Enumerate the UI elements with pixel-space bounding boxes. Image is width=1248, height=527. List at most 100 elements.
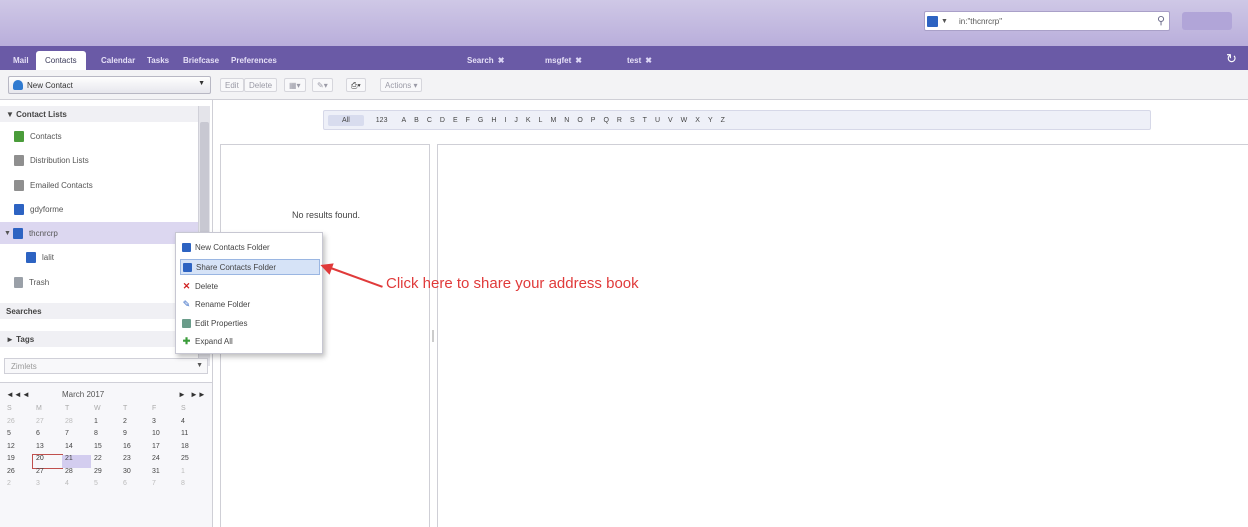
tag-button[interactable]: ✎▾	[312, 78, 333, 92]
calendar-day[interactable]: 25	[178, 455, 207, 468]
calendar-day[interactable]: 28	[62, 418, 91, 431]
search-input[interactable]	[959, 15, 1139, 28]
user-menu[interactable]	[1182, 12, 1232, 30]
calendar-day[interactable]: 2	[120, 418, 149, 431]
new-contact-button[interactable]: New Contact ▼	[8, 76, 211, 94]
alpha-m[interactable]: M	[550, 117, 556, 124]
calendar-day[interactable]: 3	[33, 480, 62, 493]
next-month-icon[interactable]: ►	[178, 390, 186, 399]
calendar-day[interactable]: 6	[120, 480, 149, 493]
tab-calendar[interactable]: Calendar	[92, 51, 144, 70]
calendar-day[interactable]: 19	[4, 455, 33, 468]
calendar-day[interactable]: 31	[149, 468, 178, 481]
calendar-day[interactable]: 12	[4, 443, 33, 456]
calendar-day[interactable]: 3	[149, 418, 178, 431]
calendar-day[interactable]: 1	[178, 468, 207, 481]
calendar-day-selected[interactable]: 21	[62, 455, 91, 468]
calendar-day[interactable]: 28	[62, 468, 91, 481]
menu-item-edit-properties[interactable]: Edit Properties	[180, 315, 320, 331]
calendar-day[interactable]: 15	[91, 443, 120, 456]
calendar-day[interactable]: 11	[178, 430, 207, 443]
alpha-a[interactable]: A	[401, 117, 406, 124]
tags-header[interactable]: ► Tags	[0, 331, 198, 347]
calendar-day[interactable]: 8	[91, 430, 120, 443]
sidebar-item-thcnrcrp[interactable]: ▼ thcnrcrp	[4, 222, 58, 244]
calendar-day[interactable]: 7	[62, 430, 91, 443]
close-icon[interactable]: ✖	[645, 56, 652, 65]
close-icon[interactable]: ✖	[575, 56, 582, 65]
alpha-g[interactable]: G	[478, 117, 483, 124]
alpha-all[interactable]: All	[328, 114, 364, 126]
chevron-down-icon[interactable]: ▼	[198, 80, 205, 87]
alpha-s[interactable]: S	[630, 117, 635, 124]
calendar-day[interactable]: 23	[120, 455, 149, 468]
calendar-day[interactable]: 18	[178, 443, 207, 456]
calendar-day[interactable]: 26	[4, 468, 33, 481]
calendar-day[interactable]: 1	[91, 418, 120, 431]
search-icon[interactable]: ⚲	[1157, 14, 1165, 27]
sidebar-item-contacts[interactable]: Contacts	[14, 125, 62, 147]
delete-button[interactable]: Delete	[244, 78, 278, 92]
calendar-day[interactable]: 4	[62, 480, 91, 493]
menu-item-new-contacts-folder[interactable]: New Contacts Folder	[180, 239, 320, 255]
calendar-day[interactable]: 9	[120, 430, 149, 443]
calendar-day[interactable]: 5	[91, 480, 120, 493]
calendar-day[interactable]: 10	[149, 430, 178, 443]
sidebar-item-distribution-lists[interactable]: Distribution Lists	[14, 149, 89, 171]
calendar-day[interactable]: 14	[62, 443, 91, 456]
menu-item-share-contacts-folder[interactable]: Share Contacts Folder	[180, 259, 320, 275]
tab-tasks[interactable]: Tasks	[138, 51, 178, 70]
alpha-n[interactable]: N	[564, 117, 569, 124]
calendar-day[interactable]: 22	[91, 455, 120, 468]
calendar-day[interactable]: 27	[33, 468, 62, 481]
next-year-icon[interactable]: ►►	[190, 390, 206, 399]
edit-button[interactable]: Edit	[220, 78, 244, 92]
menu-item-delete[interactable]: ✕ Delete	[180, 278, 320, 294]
calendar-month-title[interactable]: March 2017	[62, 390, 142, 399]
tab-msgfet[interactable]: msgfet ✖	[536, 51, 591, 70]
alpha-d[interactable]: D	[440, 117, 445, 124]
calendar-day-today[interactable]: 20	[32, 454, 63, 469]
tab-search[interactable]: Search ✖	[458, 51, 513, 70]
calendar-day[interactable]: 2	[4, 480, 33, 493]
calendar-day[interactable]: 16	[120, 443, 149, 456]
alpha-b[interactable]: B	[414, 117, 419, 124]
searches-header[interactable]: Searches	[0, 303, 198, 319]
sidebar-item-gdyforme[interactable]: gdyforme	[14, 198, 63, 220]
close-icon[interactable]: ✖	[498, 56, 505, 65]
menu-item-rename-folder[interactable]: ✎ Rename Folder	[180, 296, 320, 312]
calendar-day[interactable]: 4	[178, 418, 207, 431]
tab-preferences[interactable]: Preferences	[222, 51, 286, 70]
sidebar-item-trash[interactable]: Trash	[14, 271, 49, 293]
move-button[interactable]: ▦▾	[284, 78, 306, 92]
zimlet-selector[interactable]: Zimlets ▼	[4, 358, 208, 374]
alpha-f[interactable]: F	[466, 117, 470, 124]
tab-contacts[interactable]: Contacts	[36, 51, 86, 70]
refresh-icon[interactable]: ↻	[1226, 51, 1237, 67]
pane-resize-handle[interactable]	[432, 330, 434, 342]
calendar-day[interactable]: 30	[120, 468, 149, 481]
alpha-u[interactable]: U	[655, 117, 660, 124]
alpha-123[interactable]: 123	[376, 117, 388, 124]
alpha-t[interactable]: T	[643, 117, 647, 124]
print-button[interactable]: ⎙▾	[346, 78, 366, 92]
alpha-p[interactable]: P	[591, 117, 596, 124]
alpha-c[interactable]: C	[427, 117, 432, 124]
alpha-r[interactable]: R	[617, 117, 622, 124]
tab-mail[interactable]: Mail	[4, 51, 38, 70]
alpha-h[interactable]: H	[491, 117, 496, 124]
search-box[interactable]: ▼ ⚲	[924, 11, 1170, 31]
calendar-day[interactable]: 6	[33, 430, 62, 443]
prev-month-icon[interactable]: ◄	[22, 390, 30, 399]
alpha-j[interactable]: J	[514, 117, 518, 124]
calendar-day[interactable]: 27	[33, 418, 62, 431]
alpha-i[interactable]: I	[504, 117, 506, 124]
alpha-e[interactable]: E	[453, 117, 458, 124]
alpha-y[interactable]: Y	[708, 117, 713, 124]
calendar-day[interactable]: 29	[91, 468, 120, 481]
menu-item-expand-all[interactable]: ✚ Expand All	[180, 333, 320, 349]
alpha-k[interactable]: K	[526, 117, 531, 124]
calendar-day[interactable]: 24	[149, 455, 178, 468]
calendar-day[interactable]: 17	[149, 443, 178, 456]
alpha-x[interactable]: X	[695, 117, 700, 124]
